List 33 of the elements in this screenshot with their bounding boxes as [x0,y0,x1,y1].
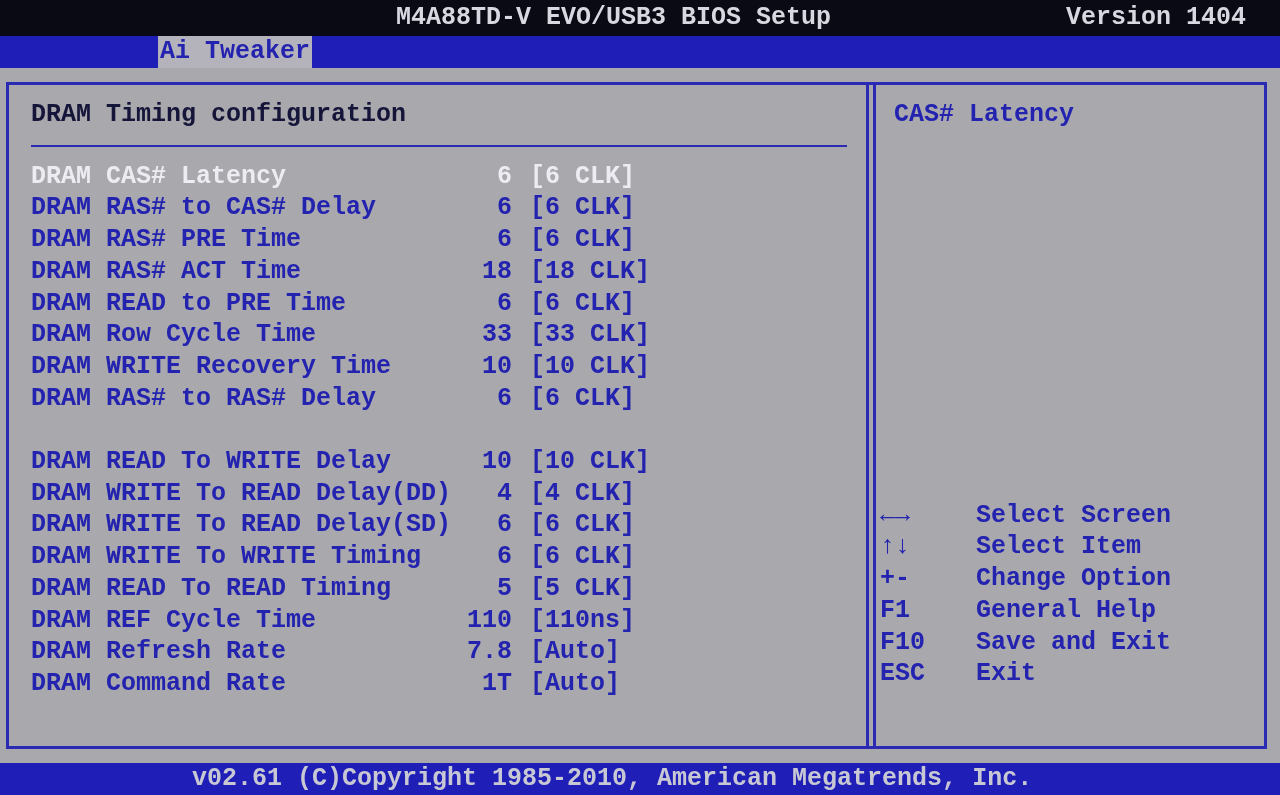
key-action: General Help [976,594,1157,627]
setting-row[interactable]: DRAM Command Rate 1T [Auto] [31,667,866,700]
section-heading: DRAM Timing configuration [31,99,408,131]
key-action: Select Screen [976,499,1172,532]
key-label: +- [880,563,911,595]
setting-row[interactable]: DRAM READ To WRITE Delay 10 [10 CLK] [31,446,866,478]
setting-row[interactable]: DRAM READ to PRE Time 6 [6 CLK] [31,287,866,320]
version-label: Version 1404 [1065,2,1246,34]
key-action: Select Item [976,531,1142,564]
setting-row[interactable]: DRAM RAS# to RAS# Delay 6 [6 CLK] [31,382,866,415]
setting-row[interactable]: DRAM Row Cycle Time 33 [33 CLK] [31,319,866,351]
key-label: ↑↓ [880,531,911,564]
key-label: ←→ [880,499,911,532]
setting-row[interactable]: DRAM WRITE To READ Delay(SD) 6 [6 CLK] [31,509,866,542]
key-label: F1 [880,594,911,627]
key-label: F10 [880,626,926,659]
setting-row[interactable]: DRAM RAS# PRE Time 6 [6 CLK] [31,224,866,256]
menu-tab[interactable]: Ai Tweaker [158,36,313,68]
key-action: Save and Exit [976,626,1172,659]
setting-row[interactable]: DRAM Refresh Rate 7.8 [Auto] [31,636,866,668]
setting-row[interactable]: DRAM REF Cycle Time 110 [110ns] [31,604,866,637]
key-label: ESC [880,658,926,690]
setting-row[interactable]: DRAM WRITE Recovery Time 10 [10 CLK] [31,350,866,383]
setting-row[interactable]: DRAM RAS# ACT Time 18 [18 CLK] [31,255,866,288]
copyright-text: v02.61 (C)Copyright 1985-2010, American Megatrends, Inc. [192,763,1033,795]
setting-row[interactable]: DRAM RAS# to CAS# Delay 6 [6 CLK] [31,192,866,225]
key-action: Change Option [976,563,1172,595]
key-action: Exit [976,658,1036,690]
bios-title: M4A88TD-V EVO/USB3 BIOS Setup [396,2,832,34]
help-text: CAS# Latency [894,99,1076,131]
setting-row[interactable]: DRAM WRITE To READ Delay(DD) 4 [4 CLK] [31,477,866,510]
setting-row[interactable]: DRAM READ To READ Timing 5 [5 CLK] [31,572,866,605]
setting-row[interactable]: DRAM WRITE To WRITE Timing 6 [6 CLK] [31,541,866,573]
